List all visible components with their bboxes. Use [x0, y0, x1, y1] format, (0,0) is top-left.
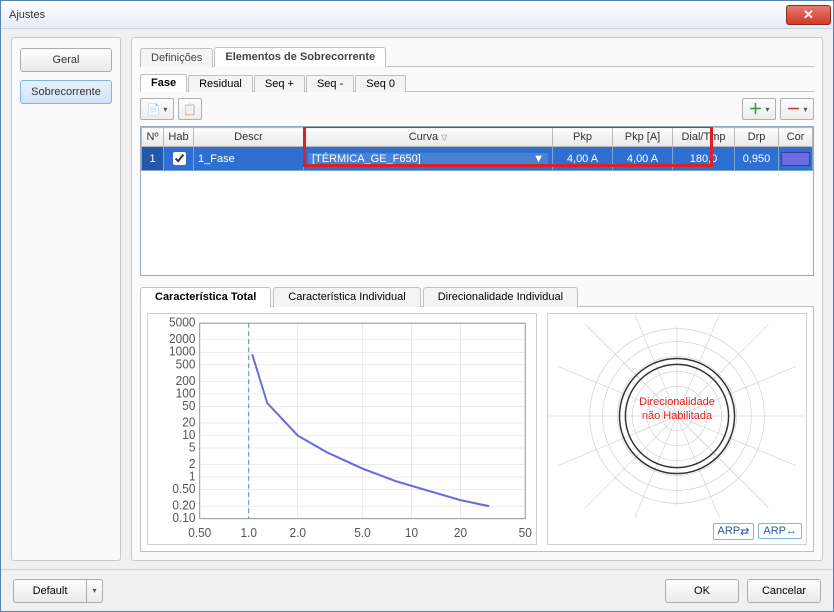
cell-drp[interactable]: 0,950 [735, 147, 779, 171]
cell-dialtmp[interactable]: 180,0 [673, 147, 735, 171]
subtab-seq0[interactable]: Seq 0 [355, 75, 406, 92]
paste-button[interactable]: 📋 [178, 98, 202, 120]
svg-text:1: 1 [189, 469, 196, 483]
tab-elementos[interactable]: Elementos de Sobrecorrente [214, 47, 386, 67]
grid-toolbar: 📄 📋 ＋ － [140, 98, 814, 120]
cell-hab[interactable] [164, 147, 194, 171]
svg-text:10: 10 [405, 526, 418, 540]
paste-icon: 📋 [183, 103, 197, 116]
polar-chart: Direcionalidade não Habilitada ARP⇄ ARP↔ [547, 313, 807, 545]
arrows-in-icon: ⇄ [740, 525, 749, 538]
col-hab[interactable]: Hab [164, 128, 194, 147]
svg-text:2: 2 [189, 457, 196, 471]
arp-out-button[interactable]: ARP↔ [758, 523, 802, 539]
cell-pkp[interactable]: 4,00 A [553, 147, 613, 171]
cell-no: 1 [142, 147, 164, 171]
col-cor[interactable]: Cor [779, 128, 813, 147]
col-pkpa[interactable]: Pkp [A] [613, 128, 673, 147]
cell-pkpa[interactable]: 4,00 A [613, 147, 673, 171]
chevron-down-icon: ▼ [533, 153, 544, 165]
svg-text:20: 20 [454, 526, 467, 540]
cell-cor[interactable] [779, 147, 813, 171]
col-dialtmp[interactable]: Dial/Tmp [673, 128, 735, 147]
subtab-seqp[interactable]: Seq + [254, 75, 305, 92]
sub-tabs: Fase Residual Seq + Seq - Seq 0 [140, 73, 814, 92]
svg-text:2.0: 2.0 [289, 526, 306, 540]
copy-dropdown-button[interactable]: 📄 [140, 98, 174, 120]
col-no[interactable]: Nº [142, 128, 164, 147]
svg-text:200: 200 [176, 373, 196, 387]
nav-geral[interactable]: Geral [20, 48, 112, 72]
col-drp[interactable]: Drp [735, 128, 779, 147]
default-split-button[interactable]: Default ▾ [13, 579, 103, 603]
chartab-total[interactable]: Característica Total [140, 287, 271, 307]
main-tabs: Definições Elementos de Sobrecorrente [140, 46, 814, 67]
nav-panel: Geral Sobrecorrente [11, 37, 121, 561]
subtab-residual[interactable]: Residual [188, 75, 253, 92]
chevron-down-icon: ▽ [441, 133, 447, 142]
dialog-footer: Default ▾ OK Cancelar [1, 569, 833, 611]
col-descr[interactable]: Descr [194, 128, 304, 147]
content-panel: Definições Elementos de Sobrecorrente Fa… [131, 37, 823, 561]
svg-text:5000: 5000 [169, 315, 196, 329]
characteristic-panel: Característica Total Característica Indi… [140, 286, 814, 552]
color-swatch [781, 152, 810, 166]
svg-text:1.0: 1.0 [240, 526, 257, 540]
minus-icon: － [786, 99, 800, 119]
col-curva[interactable]: Curva ▽ [304, 128, 553, 147]
svg-text:2000: 2000 [169, 332, 196, 346]
subtab-seqn[interactable]: Seq - [306, 75, 354, 92]
svg-text:20: 20 [182, 415, 195, 429]
add-row-button[interactable]: ＋ [742, 98, 776, 120]
svg-text:0.10: 0.10 [172, 511, 195, 525]
chartab-direc[interactable]: Direcionalidade Individual [423, 287, 578, 307]
settings-window: Ajustes ✕ Geral Sobrecorrente Definições… [0, 0, 834, 612]
svg-text:0.20: 0.20 [172, 498, 195, 512]
svg-text:50: 50 [519, 526, 532, 540]
default-dropdown[interactable]: ▾ [87, 579, 103, 603]
svg-text:5: 5 [189, 440, 196, 454]
svg-text:50: 50 [182, 399, 195, 413]
svg-text:500: 500 [176, 357, 196, 371]
plus-icon: ＋ [748, 99, 762, 119]
curve-chart[interactable]: 0.501.02.05.01020500.100.200.50125102050… [147, 313, 537, 545]
svg-text:100: 100 [176, 386, 196, 400]
cell-curva[interactable]: [TÉRMICA_GE_F650]▼ [304, 147, 553, 171]
arp-in-button[interactable]: ARP⇄ [713, 523, 755, 540]
elements-table[interactable]: Nº Hab Descr Curva ▽ Pkp Pkp [A] Dial/Tm… [140, 126, 814, 276]
copy-icon: 📄 [147, 103, 161, 116]
arrows-out-icon: ↔ [786, 525, 797, 537]
hab-checkbox[interactable] [173, 152, 186, 165]
default-button[interactable]: Default [13, 579, 87, 603]
chartab-individual[interactable]: Característica Individual [273, 287, 420, 307]
svg-text:10: 10 [182, 428, 195, 442]
table-row[interactable]: 1 1_Fase [TÉRMICA_GE_F650]▼ 4,00 A 4,00 … [142, 147, 813, 171]
window-title: Ajustes [9, 9, 786, 21]
table-header-row: Nº Hab Descr Curva ▽ Pkp Pkp [A] Dial/Tm… [142, 128, 813, 147]
col-pkp[interactable]: Pkp [553, 128, 613, 147]
subtab-fase[interactable]: Fase [140, 74, 187, 92]
svg-text:0.50: 0.50 [188, 526, 211, 540]
svg-text:1000: 1000 [169, 344, 196, 358]
cancel-button[interactable]: Cancelar [747, 579, 821, 603]
svg-text:5.0: 5.0 [354, 526, 371, 540]
cell-descr[interactable]: 1_Fase [194, 147, 304, 171]
remove-row-button[interactable]: － [780, 98, 814, 120]
svg-text:0.50: 0.50 [172, 482, 195, 496]
titlebar: Ajustes ✕ [1, 1, 833, 29]
tab-definicoes[interactable]: Definições [140, 48, 213, 67]
nav-sobrecorrente[interactable]: Sobrecorrente [20, 80, 112, 104]
ok-button[interactable]: OK [665, 579, 739, 603]
close-button[interactable]: ✕ [786, 5, 831, 25]
